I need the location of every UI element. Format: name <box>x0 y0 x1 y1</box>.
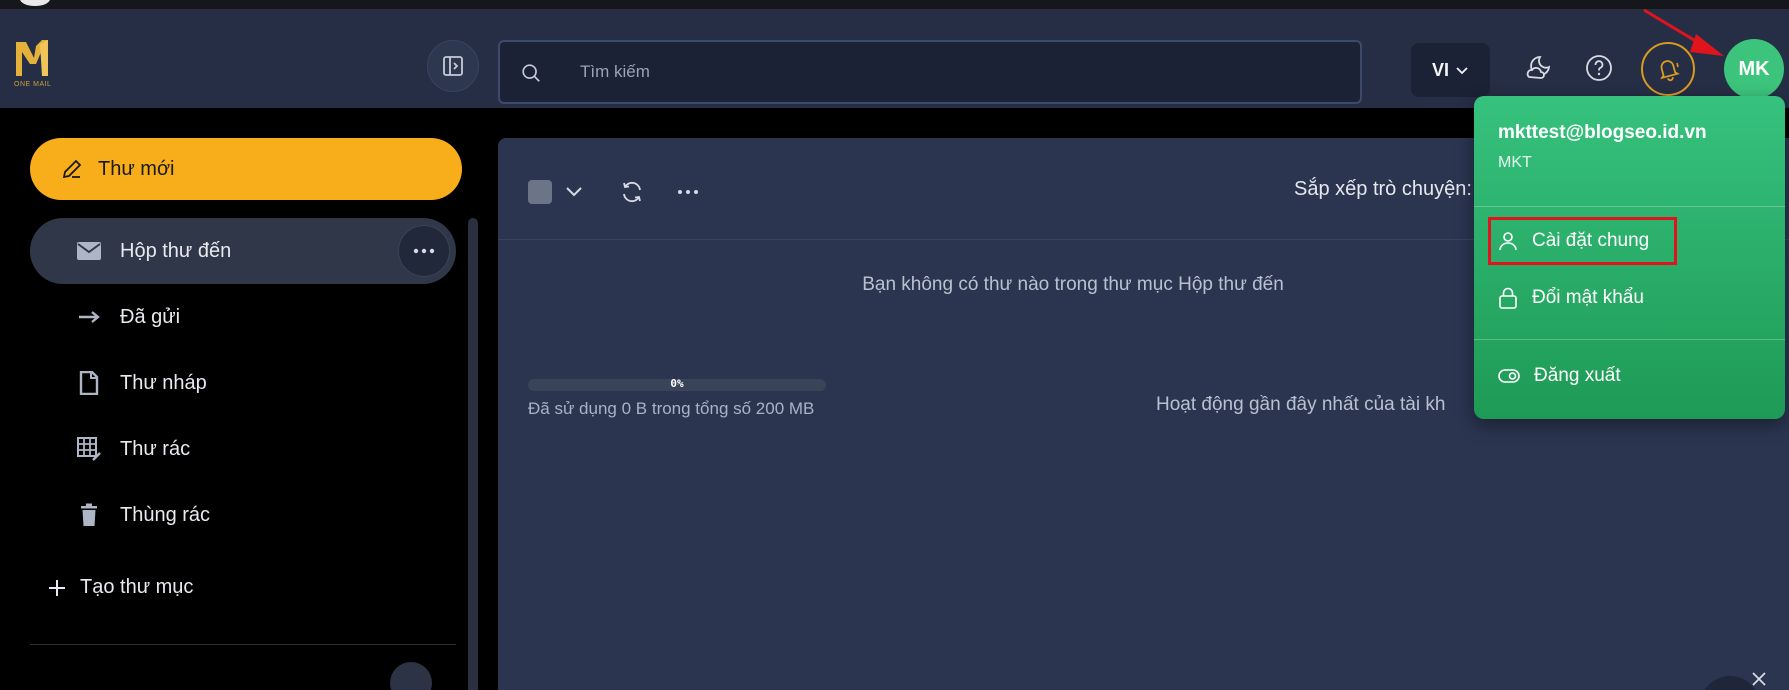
mail-icon <box>76 238 102 264</box>
trash-icon <box>76 502 102 528</box>
select-all-checkbox[interactable] <box>528 180 552 204</box>
menu-divider <box>1474 206 1785 207</box>
sidebar-item-label: Hộp thư đến <box>120 239 232 262</box>
compose-label: Thư mới <box>98 157 175 180</box>
sidebar-item-drafts[interactable]: Thư nháp <box>30 350 456 416</box>
logo-text: ONE MAIL <box>14 81 52 88</box>
more-actions-button[interactable] <box>672 176 704 208</box>
search-input[interactable] <box>580 42 1340 102</box>
user-avatar-button[interactable]: MK <box>1724 39 1784 99</box>
chevron-down-icon <box>566 187 582 197</box>
sidebar-item-spam[interactable]: Thư rác <box>30 416 456 482</box>
annotation-arrow-icon <box>1643 8 1724 56</box>
menu-item-label: Đăng xuất <box>1534 365 1621 386</box>
browser-tab-fragment <box>20 0 50 6</box>
storage-percent: 0% <box>670 377 684 390</box>
one-mail-logo[interactable] <box>14 34 58 82</box>
refresh-button[interactable] <box>616 176 648 208</box>
menu-divider <box>1474 339 1785 340</box>
account-dropdown-menu: mkttest@blogseo.id.vn MKT Cài đặt chung … <box>1474 96 1785 419</box>
help-icon <box>1586 55 1612 81</box>
sidebar-item-label: Thùng rác <box>120 503 211 526</box>
compose-button[interactable]: Thư mới <box>30 138 462 200</box>
more-dots-icon <box>413 248 435 254</box>
menu-item-logout[interactable]: Đăng xuất <box>1488 352 1621 400</box>
close-button[interactable] <box>1748 668 1770 690</box>
menu-item-change-password[interactable]: Đổi mật khẩu <box>1488 274 1644 322</box>
sidebar-scrollbar[interactable] <box>468 218 478 690</box>
storage-usage-text: Đã sử dụng 0 B trong tổng số 200 MB <box>528 399 815 418</box>
sidebar-divider <box>30 644 456 645</box>
lock-icon <box>1499 287 1517 309</box>
search-box[interactable] <box>498 40 1362 104</box>
last-activity-text: Hoạt động gần đây nhất của tài kh <box>1156 394 1446 415</box>
account-name: MKT <box>1498 154 1532 171</box>
chevron-down-icon <box>1456 67 1468 75</box>
menu-item-label: Đổi mật khẩu <box>1532 287 1644 308</box>
select-options-button[interactable] <box>558 176 590 208</box>
plus-icon <box>49 579 65 596</box>
refresh-icon <box>623 181 641 203</box>
sort-conversations-label[interactable]: Sắp xếp trò chuyện: <box>1294 178 1472 201</box>
language-select[interactable]: VI <box>1411 43 1490 97</box>
theme-toggle-button[interactable] <box>1516 46 1560 90</box>
sidebar-item-label: Thư rác <box>120 437 191 460</box>
toggle-icon <box>1498 369 1520 383</box>
sidebar-panel-icon <box>443 56 463 76</box>
menu-item-label: Cài đặt chung <box>1532 230 1650 251</box>
sidebar-item-sent[interactable]: Đã gửi <box>30 284 456 350</box>
search-icon <box>522 64 540 82</box>
language-value: VI <box>1431 59 1449 80</box>
close-icon <box>1752 672 1766 686</box>
help-button[interactable] <box>1577 46 1621 90</box>
create-folder-button[interactable]: Tạo thư mục <box>48 576 193 599</box>
user-icon <box>1499 232 1517 251</box>
sidebar-bottom-button[interactable] <box>390 662 432 690</box>
account-email: mkttest@blogseo.id.vn <box>1498 122 1707 143</box>
browser-top-strip <box>0 0 1789 10</box>
inbox-more-button[interactable] <box>398 225 450 277</box>
create-folder-label: Tạo thư mục <box>80 576 194 598</box>
sidebar-item-label: Thư nháp <box>120 371 207 394</box>
sidebar-toggle-button[interactable] <box>427 40 479 92</box>
app-root: ONE MAIL VI <box>0 0 1789 690</box>
spam-grid-icon <box>76 436 102 462</box>
top-header: ONE MAIL VI <box>0 10 1789 108</box>
sidebar-item-trash[interactable]: Thùng rác <box>30 482 456 548</box>
sidebar-item-label: Đã gửi <box>120 305 181 328</box>
menu-item-general-settings[interactable]: Cài đặt chung <box>1488 217 1677 265</box>
arrow-right-icon <box>76 304 102 330</box>
sidebar-item-inbox[interactable]: Hộp thư đến <box>30 218 456 284</box>
moon-cloud-icon <box>1526 56 1551 79</box>
pencil-icon <box>62 159 82 179</box>
more-dots-icon <box>678 190 698 194</box>
file-icon <box>76 370 102 396</box>
